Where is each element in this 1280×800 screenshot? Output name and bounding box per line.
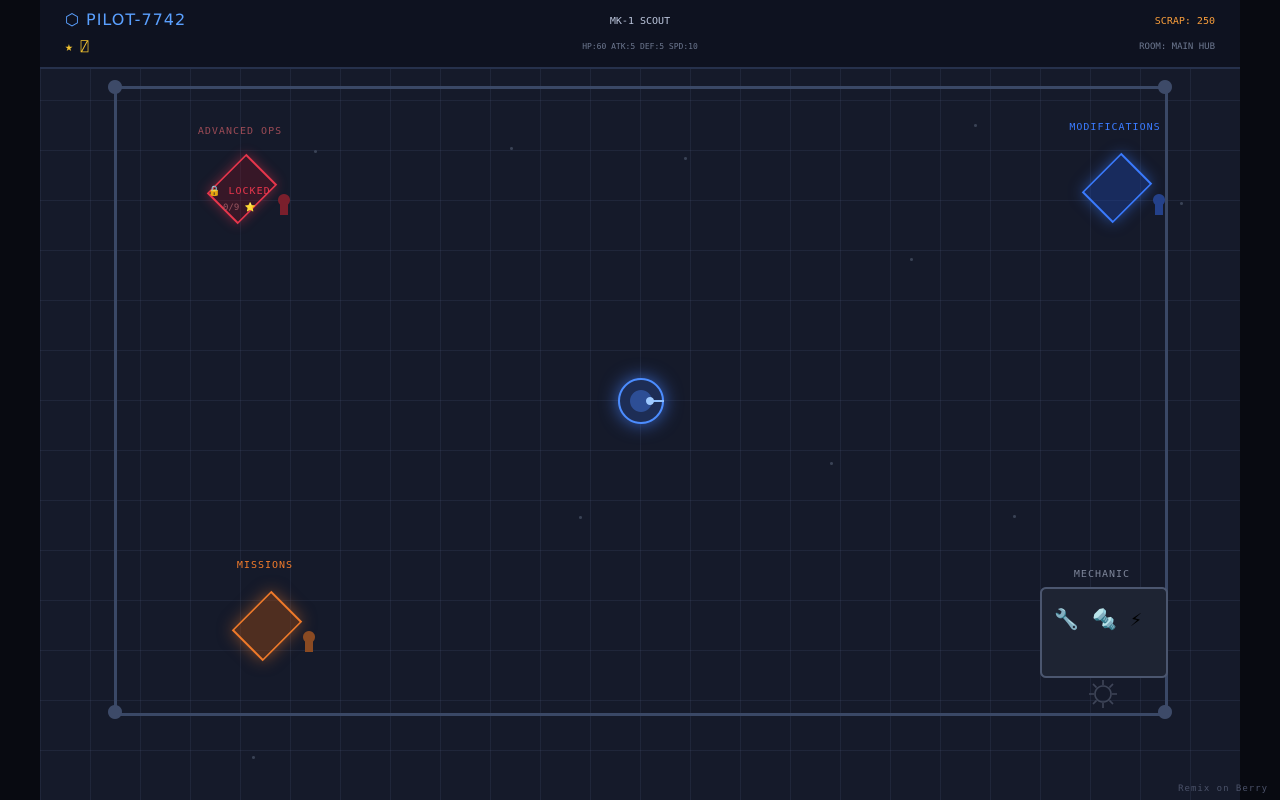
missions-npc[interactable]: [302, 631, 316, 653]
left-margin: [0, 0, 41, 800]
top-hud: ⬡ PILOT-7742 ★ ⍁ MK-1 SCOUT HP:60 ATK:5 …: [40, 0, 1240, 69]
scrap-counter: SCRAP: 250: [1154, 16, 1215, 27]
advanced-ops-npc[interactable]: [277, 194, 291, 216]
star-icon: ⭐: [244, 203, 256, 213]
debris: [252, 756, 255, 759]
corner-post: [108, 705, 122, 719]
star-requirement: 0/9 ⭐: [223, 203, 256, 213]
corner-post: [1158, 80, 1172, 94]
locked-text: LOCKED: [228, 186, 271, 197]
debris: [1180, 202, 1183, 205]
missions-label: MISSIONS: [236, 560, 294, 571]
wrench-icon[interactable]: 🔧: [1054, 607, 1079, 631]
room-name: ROOM: MAIN HUB: [1139, 42, 1215, 52]
lock-icon: 🔒: [208, 186, 222, 197]
right-margin: [1239, 0, 1280, 800]
mech-name: MK-1 SCOUT: [609, 16, 671, 27]
remix-credit[interactable]: Remix on Berry: [1178, 784, 1268, 794]
cannon-tip: [646, 397, 654, 405]
requirement-text: 0/9: [223, 203, 240, 213]
bolt-icon[interactable]: 🔩: [1092, 607, 1117, 631]
corner-post: [1158, 705, 1172, 719]
lightning-icon[interactable]: ⚡: [1130, 607, 1142, 631]
mechanic-label: MECHANIC: [1073, 569, 1131, 580]
locked-status: 🔒 LOCKED: [208, 186, 271, 197]
player-mech[interactable]: [618, 378, 664, 424]
corner-post: [108, 80, 122, 94]
mech-stats: HP:60 ATK:5 DEF:5 SPD:10: [582, 42, 698, 51]
modifications-npc[interactable]: [1152, 194, 1166, 216]
gear-icon: [1089, 680, 1117, 708]
modifications-label: MODIFICATIONS: [1069, 122, 1161, 133]
advanced-ops-label: ADVANCED OPS: [197, 126, 283, 137]
mechanic-shop[interactable]: 🔧 🔩 ⚡: [1040, 587, 1168, 678]
